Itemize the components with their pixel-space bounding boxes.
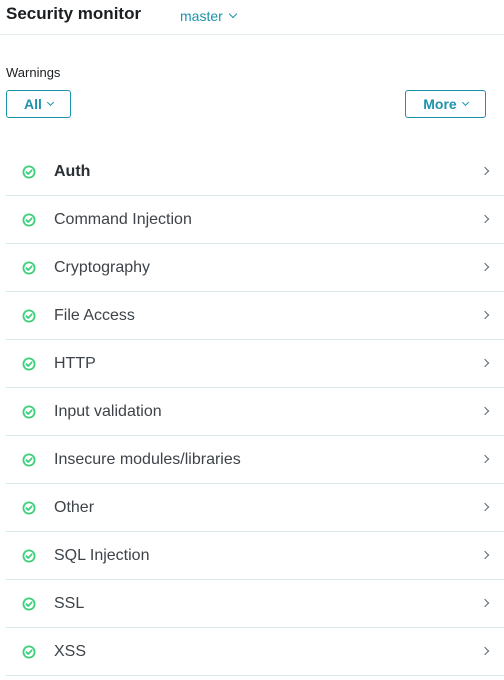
category-label: Input validation: [54, 402, 162, 420]
warnings-label: Warnings: [6, 65, 61, 80]
chevron-right-icon: [480, 358, 490, 368]
check-circle-icon: [22, 309, 36, 323]
category-label: XSS: [54, 642, 87, 660]
category-row[interactable]: Other: [6, 484, 504, 532]
page-title: Security monitor: [6, 4, 142, 23]
chevron-right-icon: [480, 598, 490, 608]
category-label: HTTP: [54, 354, 96, 372]
chevron-right-icon: [480, 454, 490, 464]
category-label: Cryptography: [54, 258, 151, 276]
check-circle-icon: [22, 501, 36, 515]
category-row[interactable]: Command Injection: [6, 196, 504, 244]
category-label: SSL: [54, 594, 85, 612]
check-circle-icon: [22, 597, 36, 611]
category-row[interactable]: HTTP: [6, 340, 504, 388]
check-circle-icon: [22, 405, 36, 419]
chevron-right-icon: [480, 310, 490, 320]
all-filter-label: All: [24, 96, 42, 112]
category-row[interactable]: File Access: [6, 292, 504, 340]
check-circle-icon: [22, 213, 36, 227]
more-filter-button[interactable]: More: [405, 90, 486, 118]
security-monitor-page: Security monitor master Warnings All Mor…: [0, 0, 504, 680]
category-label: Command Injection: [54, 210, 192, 228]
category-label: Auth: [54, 162, 91, 180]
category-row[interactable]: SQL Injection: [6, 532, 504, 580]
category-list: Auth Command Injection Cryptography File Ac…: [6, 148, 504, 676]
check-circle-icon: [22, 453, 36, 467]
chevron-right-icon: [480, 262, 490, 272]
chevron-right-icon: [480, 214, 490, 224]
category-row[interactable]: XSS: [6, 628, 504, 676]
check-circle-icon: [22, 549, 36, 563]
chevron-right-icon: [480, 166, 490, 176]
category-label: SQL Injection: [54, 546, 150, 564]
chevron-down-icon: [228, 9, 238, 19]
all-filter-button[interactable]: All: [6, 90, 71, 118]
category-label: File Access: [54, 306, 135, 324]
branch-label: master: [180, 8, 223, 24]
check-circle-icon: [22, 357, 36, 371]
category-row[interactable]: SSL: [6, 580, 504, 628]
chevron-right-icon: [480, 406, 490, 416]
check-circle-icon: [22, 261, 36, 275]
chevron-right-icon: [480, 502, 490, 512]
category-label: Other: [54, 498, 95, 516]
chevron-right-icon: [480, 550, 490, 560]
category-label: Insecure modules/libraries: [54, 450, 241, 468]
category-row[interactable]: Insecure modules/libraries: [6, 436, 504, 484]
chevron-down-icon: [461, 98, 469, 106]
check-circle-icon: [22, 645, 36, 659]
more-filter-label: More: [423, 96, 457, 112]
check-circle-icon: [22, 165, 36, 179]
category-row[interactable]: Auth: [6, 148, 504, 196]
chevron-down-icon: [46, 98, 54, 106]
category-row[interactable]: Cryptography: [6, 244, 504, 292]
category-row[interactable]: Input validation: [6, 388, 504, 436]
branch-selector[interactable]: master: [180, 8, 238, 24]
header: Security monitor master: [0, 0, 504, 35]
chevron-right-icon: [480, 646, 490, 656]
